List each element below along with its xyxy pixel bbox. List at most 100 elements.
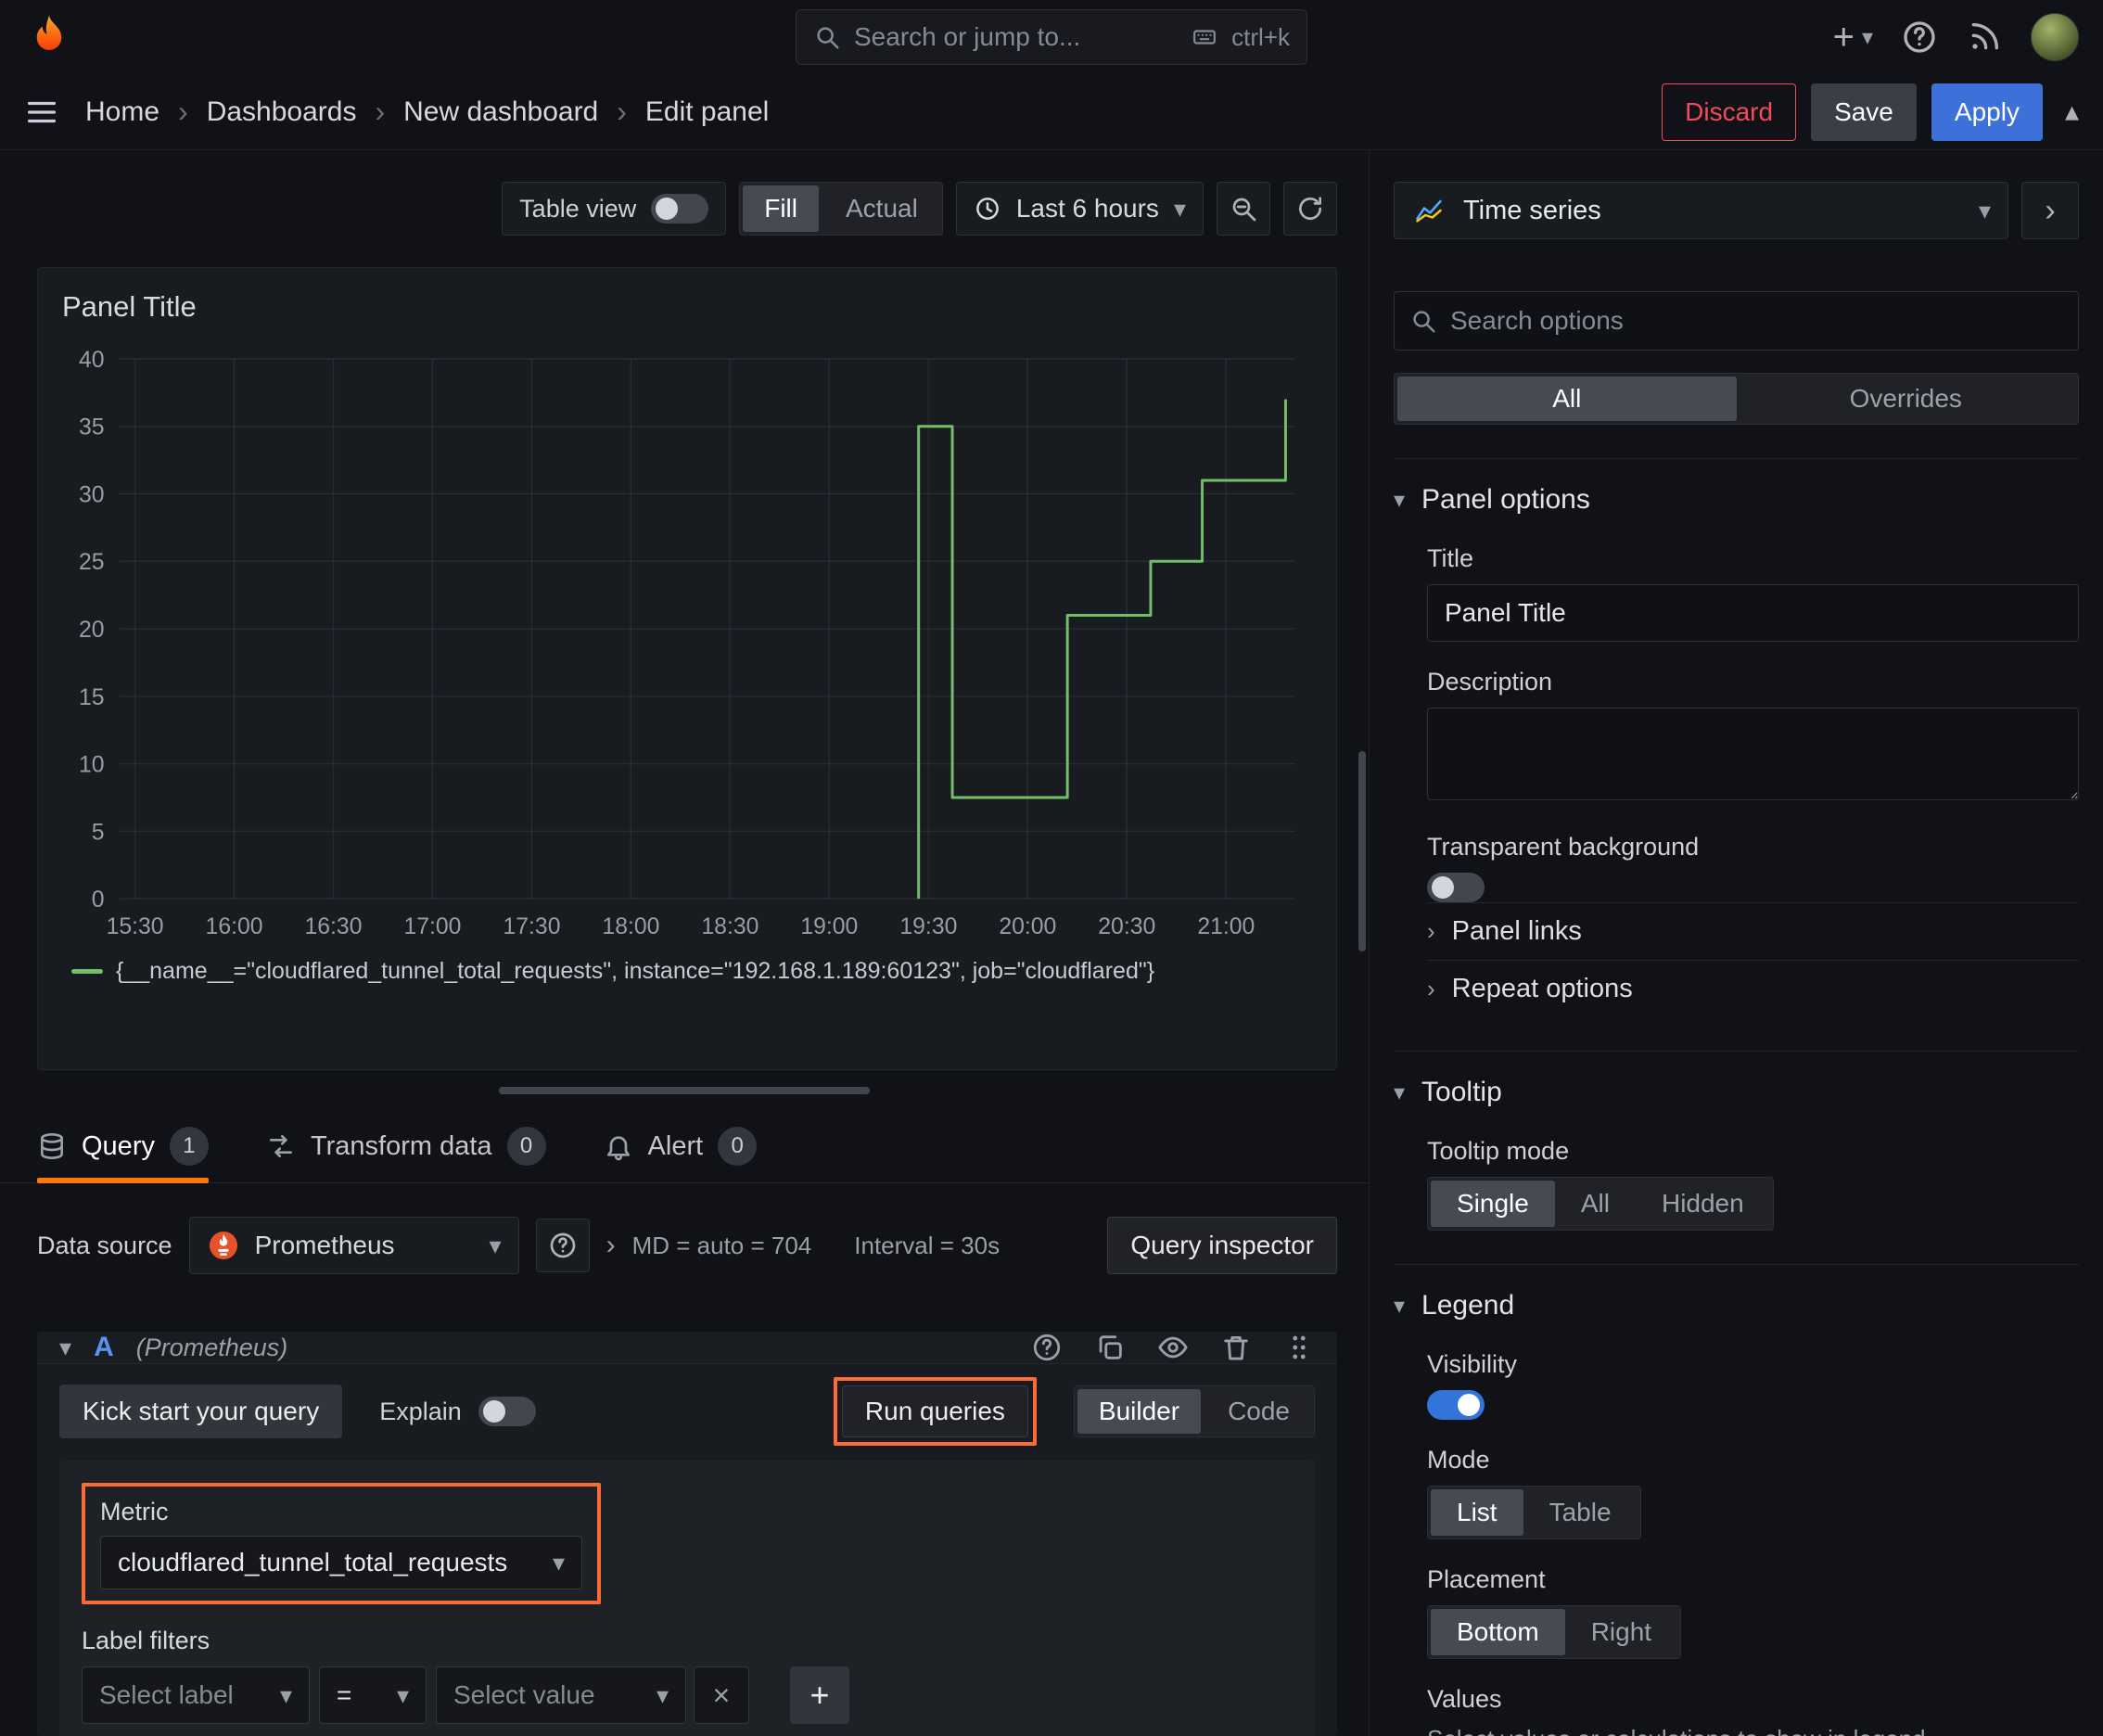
tab-transform-data[interactable]: Transform data 0: [266, 1127, 546, 1182]
datasource-picker[interactable]: Prometheus ▾: [188, 1217, 519, 1274]
chevron-down-icon: ▾: [552, 1548, 565, 1576]
user-avatar[interactable]: [2031, 13, 2079, 61]
legend-placement-right[interactable]: Right: [1565, 1609, 1677, 1655]
hamburger-menu-icon[interactable]: [24, 95, 59, 130]
apply-button[interactable]: Apply: [1931, 83, 2043, 141]
datasource-help-button[interactable]: [535, 1219, 590, 1272]
query-options-summary[interactable]: MD = auto = 704 Interval = 30s: [632, 1232, 1001, 1260]
query-row-body: Kick start your query Explain Run querie…: [37, 1364, 1337, 1736]
breadcrumb-new-dashboard[interactable]: New dashboard: [403, 96, 598, 128]
tooltip-mode-hidden[interactable]: Hidden: [1636, 1181, 1770, 1227]
remove-filter-button[interactable]: ×: [694, 1666, 749, 1724]
tab-alert[interactable]: Alert 0: [604, 1127, 758, 1182]
breadcrumb-home[interactable]: Home: [85, 96, 159, 128]
svg-text:17:00: 17:00: [403, 914, 461, 939]
filter-all-option[interactable]: All: [1397, 377, 1737, 421]
chevron-up-icon[interactable]: ▴: [2065, 96, 2079, 128]
svg-text:30: 30: [79, 482, 105, 507]
query-inspector-button[interactable]: Query inspector: [1107, 1217, 1337, 1274]
chevron-down-icon: ▾: [489, 1231, 502, 1259]
repeat-options-row[interactable]: › Repeat options: [1427, 960, 2079, 1017]
builder-mode-option[interactable]: Builder: [1077, 1389, 1202, 1434]
options-search-input[interactable]: [1450, 306, 2063, 336]
tab-query[interactable]: Query 1: [37, 1127, 209, 1183]
legend-placement-bottom[interactable]: Bottom: [1431, 1609, 1565, 1655]
time-range-picker[interactable]: Last 6 hours ▾: [955, 182, 1204, 236]
breadcrumb-bar: Home › Dashboards › New dashboard › Edit…: [0, 74, 2103, 150]
drag-handle-icon[interactable]: [1283, 1332, 1315, 1363]
save-button[interactable]: Save: [1811, 83, 1917, 141]
legend-placement-group: Bottom Right: [1427, 1605, 1682, 1659]
query-options-expand-icon[interactable]: ›: [606, 1230, 616, 1261]
filter-overrides-option[interactable]: Overrides: [1737, 377, 2076, 421]
chevron-down-icon: ▾: [279, 1680, 292, 1709]
chevron-down-icon: ▾: [1861, 24, 1873, 50]
legend-visibility-toggle[interactable]: [1427, 1390, 1485, 1420]
operator-value: =: [337, 1680, 352, 1709]
legend-item[interactable]: {__name__="cloudflared_tunnel_total_requ…: [62, 958, 1312, 985]
series-label[interactable]: {__name__="cloudflared_tunnel_total_requ…: [116, 958, 1154, 985]
options-search[interactable]: [1394, 291, 2079, 351]
description-textarea[interactable]: [1427, 708, 2079, 800]
vertical-scrollbar[interactable]: [1358, 751, 1366, 951]
legend-header[interactable]: ▾ Legend: [1394, 1287, 2079, 1324]
hide-response-eye-icon[interactable]: [1157, 1332, 1189, 1363]
query-row-header[interactable]: ▾ A (Prometheus): [37, 1332, 1337, 1364]
chevron-down-icon: ▾: [1394, 1293, 1406, 1319]
metric-select[interactable]: cloudflared_tunnel_total_requests ▾: [100, 1536, 582, 1589]
tooltip-mode-single[interactable]: Single: [1431, 1181, 1555, 1227]
tab-alert-count: 0: [718, 1127, 758, 1166]
add-filter-button[interactable]: +: [790, 1666, 849, 1724]
options-filter-segmented: All Overrides: [1394, 373, 2079, 425]
legend-mode-list[interactable]: List: [1431, 1489, 1523, 1536]
svg-text:17:30: 17:30: [503, 914, 560, 939]
panel-options-header[interactable]: ▾ Panel options: [1394, 481, 2079, 518]
datasource-label: Data source: [37, 1231, 172, 1259]
panel-links-row[interactable]: › Panel links: [1427, 902, 2079, 960]
options-pane-collapse-button[interactable]: ›: [2021, 182, 2079, 239]
table-view-toggle[interactable]: [651, 194, 709, 223]
add-menu-button[interactable]: + ▾: [1833, 17, 1873, 58]
explain-toggle[interactable]: [478, 1397, 536, 1426]
delete-query-trash-icon[interactable]: [1220, 1332, 1252, 1363]
breadcrumb-dashboards[interactable]: Dashboards: [207, 96, 357, 128]
duplicate-query-icon[interactable]: [1094, 1332, 1126, 1363]
transparent-background-toggle[interactable]: [1427, 873, 1485, 902]
code-mode-option[interactable]: Code: [1204, 1386, 1314, 1436]
tooltip-header[interactable]: ▾ Tooltip: [1394, 1074, 2079, 1111]
kick-start-query-button[interactable]: Kick start your query: [59, 1385, 343, 1438]
editor-tabs: Query 1 Transform data 0 Alert 0: [0, 1118, 1369, 1183]
legend-mode-table[interactable]: Table: [1523, 1489, 1638, 1536]
discard-button[interactable]: Discard: [1662, 83, 1797, 141]
select-label-dropdown[interactable]: Select label ▾: [82, 1666, 310, 1724]
editor-mode-segmented: Builder Code: [1073, 1385, 1315, 1437]
time-series-chart[interactable]: 0 5 10 15 20 25 30 35 40 15:30 16:00 16:30 17:00 17:3…: [62, 346, 1312, 947]
svg-text:19:30: 19:30: [899, 914, 957, 939]
query-help-icon[interactable]: [1031, 1332, 1063, 1363]
svg-text:35: 35: [79, 415, 105, 440]
news-icon[interactable]: [1966, 19, 2003, 56]
visibility-label: Visibility: [1427, 1350, 1518, 1378]
run-queries-button[interactable]: Run queries: [841, 1385, 1028, 1437]
global-search-input[interactable]: [854, 22, 1177, 52]
panel-title-input[interactable]: [1427, 584, 2079, 642]
actual-option[interactable]: Actual: [822, 183, 942, 235]
collapse-query-icon[interactable]: ▾: [59, 1334, 71, 1362]
select-value-dropdown[interactable]: Select value ▾: [436, 1666, 686, 1724]
global-search[interactable]: ctrl+k: [796, 9, 1307, 65]
panel-edit-pane: Table view Fill Actual Last 6 hours ▾ Pa…: [0, 150, 1369, 1736]
refresh-button[interactable]: [1283, 182, 1337, 236]
zoom-out-icon: [1229, 194, 1258, 223]
visualization-picker[interactable]: Time series ▾: [1394, 182, 2008, 239]
grafana-logo-icon[interactable]: [24, 12, 74, 62]
horizontal-scrollbar[interactable]: [499, 1087, 870, 1094]
fill-option[interactable]: Fill: [743, 185, 819, 232]
help-icon[interactable]: [1901, 19, 1938, 56]
tooltip-mode-all[interactable]: All: [1555, 1181, 1636, 1227]
svg-text:0: 0: [92, 887, 105, 913]
panel-title[interactable]: Panel Title: [62, 290, 1312, 324]
query-ref-datasource: (Prometheus): [135, 1333, 288, 1361]
query-row-card: ▾ A (Prometheus) Kick start your query E…: [37, 1332, 1337, 1736]
zoom-out-button[interactable]: [1217, 182, 1270, 236]
operator-dropdown[interactable]: = ▾: [319, 1666, 427, 1724]
